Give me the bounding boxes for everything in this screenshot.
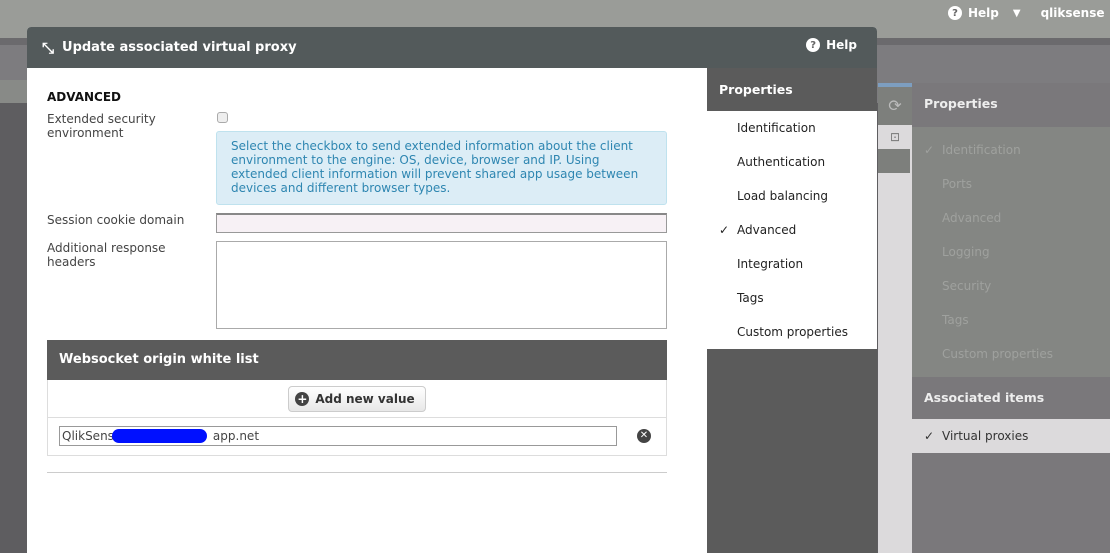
panel-item-identification[interactable]: ✓ Identification (912, 133, 1110, 167)
nav-item-label: Integration (737, 257, 804, 271)
nav-item-custom-properties[interactable]: Custom properties (707, 315, 877, 349)
nav-item-integration[interactable]: Integration (707, 247, 877, 281)
panel-item-label: Security (942, 279, 992, 293)
panel-item-tags[interactable]: Tags (912, 303, 1110, 337)
chevron-down-icon: ▼ (1012, 7, 1021, 19)
section-title: ADVANCED (47, 90, 122, 104)
response-headers-label: Additional response headers (47, 241, 166, 269)
check-icon: ✓ (924, 143, 935, 157)
panel-item-custom-properties[interactable]: Custom properties (912, 337, 1110, 371)
help-label: Help (826, 38, 857, 52)
panel-item-label: Identification (942, 143, 1021, 157)
websocket-whitelist: Websocket origin white list + Add new va… (47, 340, 667, 456)
redaction-mark (112, 429, 207, 443)
session-cookie-domain-input[interactable] (216, 213, 667, 233)
panel-item-label: Advanced (942, 211, 1002, 225)
whitelist-add-row: + Add new value (47, 380, 667, 418)
nav-item-label: Tags (737, 291, 764, 305)
check-icon: ✓ (924, 429, 935, 443)
nav-item-advanced[interactable]: ✓ Advanced (707, 213, 877, 247)
remove-value-icon[interactable]: ✕ (637, 429, 651, 443)
nav-item-authentication[interactable]: Authentication (707, 145, 877, 179)
filter-icon[interactable]: ⊡ (878, 125, 912, 149)
help-icon: ? (948, 6, 962, 20)
nav-item-label: Identification (737, 121, 816, 135)
add-label: Add new value (315, 391, 415, 406)
whitelist-value-input[interactable]: QlikSens app.net (59, 426, 617, 446)
value-prefix: QlikSens (62, 429, 114, 443)
panel-item-label: Custom properties (942, 347, 1054, 361)
whitelist-title: Websocket origin white list (47, 340, 667, 380)
top-help-label: Help (968, 6, 999, 20)
nav-title: Properties (719, 82, 793, 97)
top-help-menu[interactable]: ? Help ▼ qliksense (948, 6, 1105, 20)
whitelist-row: QlikSens app.net ✕ (47, 418, 667, 456)
dialog-help-button[interactable]: ? Help (806, 38, 857, 52)
dialog-header: ⤡ Update associated virtual proxy ? Help (27, 27, 877, 68)
strip-block (878, 149, 910, 173)
nav-item-load-balancing[interactable]: Load balancing (707, 179, 877, 213)
add-new-value-button[interactable]: + Add new value (288, 385, 426, 412)
nav-item-label: Advanced (737, 223, 797, 237)
extended-security-label: Extended security environment (47, 112, 156, 140)
help-icon: ? (806, 38, 821, 52)
panel-item-ports[interactable]: Ports (912, 167, 1110, 201)
user-menu[interactable]: qliksense (1041, 6, 1105, 20)
plus-icon: + (295, 391, 310, 406)
background-toolbar-strip: ⟳ ⊡ (878, 83, 912, 553)
background-block (0, 80, 30, 103)
panel-item-security[interactable]: Security (912, 269, 1110, 303)
nav-item-tags[interactable]: Tags (707, 281, 877, 315)
extended-security-checkbox[interactable] (217, 112, 228, 123)
session-cookie-label: Session cookie domain (47, 213, 185, 227)
nav-item-label: Custom properties (737, 325, 849, 339)
update-virtual-proxy-dialog: ⤡ Update associated virtual proxy ? Help… (27, 27, 877, 553)
panel-item-label: Ports (942, 177, 973, 191)
nav-item-label: Load balancing (737, 189, 829, 203)
panel-item-advanced[interactable]: Advanced (912, 201, 1110, 235)
check-icon: ✓ (719, 223, 730, 237)
dialog-title: Update associated virtual proxy (62, 40, 297, 55)
panel-item-label: Tags (942, 313, 969, 327)
panel-title: Properties (924, 96, 998, 111)
panel-item-label: Logging (942, 245, 990, 259)
panel-item-label: Virtual proxies (942, 429, 1029, 443)
response-headers-textarea[interactable] (216, 241, 667, 329)
sync-icon[interactable]: ⟳ (878, 87, 912, 125)
properties-nav: Properties Identification Authentication L… (707, 68, 877, 553)
nav-item-identification[interactable]: Identification (707, 111, 877, 145)
proxy-icon: ⤡ (42, 38, 55, 57)
panel-item-virtual-proxies[interactable]: ✓ Virtual proxies (912, 419, 1110, 453)
divider (47, 472, 667, 473)
nav-item-label: Authentication (737, 155, 826, 169)
value-suffix: app.net (212, 429, 260, 443)
panel-item-logging[interactable]: Logging (912, 235, 1110, 269)
info-box: Select the checkbox to send extended inf… (216, 131, 667, 205)
background-properties-panel: Properties ✓ Identification Ports Advanced L… (912, 83, 1110, 553)
associated-items-title: Associated items (924, 390, 1045, 405)
